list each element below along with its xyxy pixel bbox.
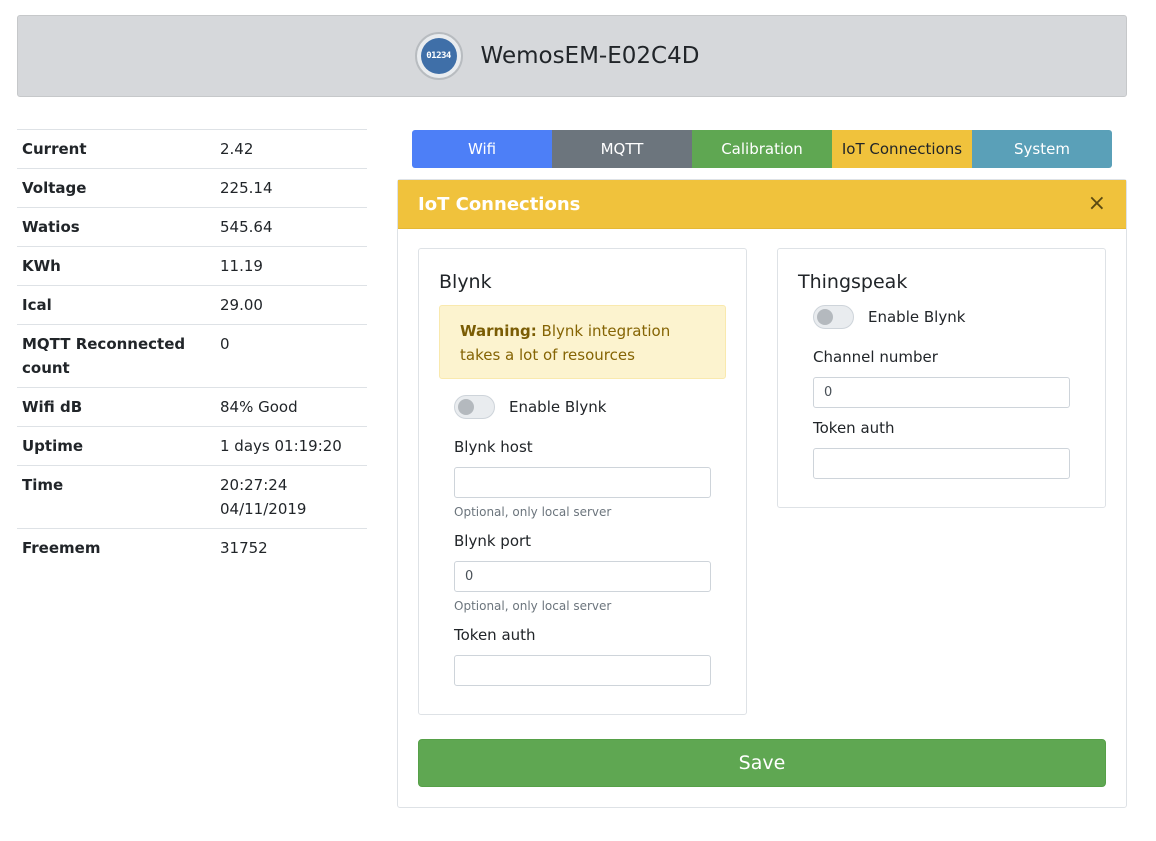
meter-icon: 01234 — [420, 38, 457, 74]
tab-wifi[interactable]: Wifi — [412, 130, 552, 168]
channel-number-input[interactable] — [813, 377, 1070, 408]
table-row: Freemem 31752 — [17, 528, 367, 567]
thingspeak-enable-label: Enable Blynk — [868, 308, 966, 326]
blynk-enable-label: Enable Blynk — [509, 398, 607, 416]
device-title: WemosEM-E02C4D — [480, 43, 700, 69]
stat-label: KWh — [17, 246, 215, 286]
table-row: Wifi dB 84% Good — [17, 387, 367, 427]
channel-number-label: Channel number — [813, 348, 938, 366]
thingspeak-panel: Thingspeak Enable Blynk Channel number T… — [777, 248, 1106, 508]
tab-iot-connections[interactable]: IoT Connections — [832, 130, 972, 168]
tab-calibration[interactable]: Calibration — [692, 130, 832, 168]
card-title: IoT Connections — [418, 193, 581, 215]
blynk-title: Blynk — [439, 271, 492, 293]
save-button[interactable]: Save — [418, 739, 1106, 787]
logo-text: 01234 — [426, 51, 451, 61]
stat-value: 1 days 01:19:20 — [215, 426, 367, 466]
thingspeak-token-input[interactable] — [813, 448, 1070, 479]
blynk-port-help: Optional, only local server — [454, 599, 612, 613]
stat-label: Time — [17, 465, 215, 529]
table-row: MQTT Reconnected count 0 — [17, 324, 367, 388]
table-row: KWh 11.19 — [17, 246, 367, 286]
blynk-host-label: Blynk host — [454, 438, 533, 456]
warning-strong: Warning: — [460, 322, 537, 340]
device-logo: 01234 — [414, 32, 463, 80]
thingspeak-title: Thingspeak — [798, 271, 908, 293]
stat-label: Watios — [17, 207, 215, 247]
stat-value: 2.42 — [215, 129, 367, 169]
stat-value: 20:27:24 04/11/2019 — [215, 465, 367, 529]
stat-value: 29.00 — [215, 285, 367, 325]
thingspeak-enable-toggle[interactable] — [813, 305, 854, 329]
stat-value: 0 — [215, 324, 367, 388]
stat-value: 545.64 — [215, 207, 367, 247]
stat-value: 84% Good — [215, 387, 367, 427]
close-icon[interactable]: × — [1088, 193, 1106, 215]
stat-label: Current — [17, 129, 215, 169]
device-header: 01234 WemosEM-E02C4D — [17, 15, 1127, 97]
table-row: Ical 29.00 — [17, 285, 367, 325]
stat-label: Uptime — [17, 426, 215, 466]
blynk-host-input[interactable] — [454, 467, 711, 498]
tab-system[interactable]: System — [972, 130, 1112, 168]
settings-tabs: Wifi MQTT Calibration IoT Connections Sy… — [412, 130, 1112, 168]
table-row: Watios 545.64 — [17, 207, 367, 247]
stat-value: 31752 — [215, 528, 367, 567]
stat-label: Freemem — [17, 528, 215, 567]
stat-value: 225.14 — [215, 168, 367, 208]
blynk-token-input[interactable] — [454, 655, 711, 686]
blynk-port-input[interactable] — [454, 561, 711, 592]
blynk-host-help: Optional, only local server — [454, 505, 612, 519]
stat-label: Wifi dB — [17, 387, 215, 427]
blynk-panel: Blynk Warning: Blynk integration takes a… — [418, 248, 747, 715]
thingspeak-enable-row: Enable Blynk — [813, 305, 965, 329]
stat-value: 11.19 — [215, 246, 367, 286]
stats-table: Current 2.42 Voltage 225.14 Watios 545.64 K… — [17, 129, 367, 567]
table-row: Current 2.42 — [17, 129, 367, 169]
iot-connections-card: IoT Connections × Blynk Warning: Blynk i… — [397, 179, 1127, 808]
stat-label: MQTT Reconnected count — [17, 324, 215, 388]
stat-label: Voltage — [17, 168, 215, 208]
table-row: Time 20:27:24 04/11/2019 — [17, 465, 367, 529]
stat-label: Ical — [17, 285, 215, 325]
blynk-port-label: Blynk port — [454, 532, 532, 550]
table-row: Uptime 1 days 01:19:20 — [17, 426, 367, 466]
table-row: Voltage 225.14 — [17, 168, 367, 208]
tab-mqtt[interactable]: MQTT — [552, 130, 692, 168]
blynk-token-label: Token auth — [454, 626, 536, 644]
card-header: IoT Connections × — [398, 180, 1126, 229]
blynk-warning: Warning: Blynk integration takes a lot o… — [439, 305, 726, 379]
blynk-enable-row: Enable Blynk — [454, 395, 606, 419]
blynk-enable-toggle[interactable] — [454, 395, 495, 419]
thingspeak-token-label: Token auth — [813, 419, 895, 437]
